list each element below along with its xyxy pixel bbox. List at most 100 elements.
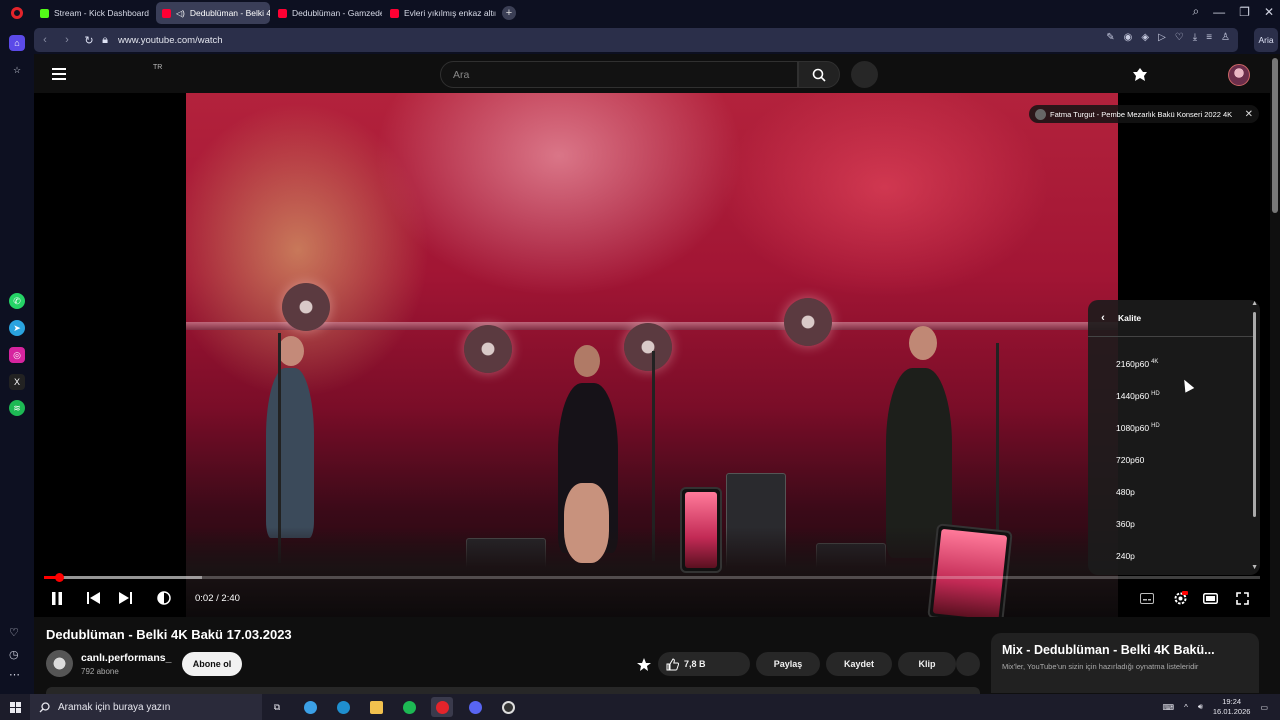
- back-icon[interactable]: ‹: [34, 34, 56, 46]
- scrollbar-thumb[interactable]: [1272, 58, 1278, 213]
- channel-name[interactable]: canlı.performans_: [81, 652, 171, 664]
- search-button[interactable]: [798, 61, 840, 88]
- create-icon[interactable]: [1131, 66, 1149, 84]
- fullscreen-button[interactable]: [1232, 588, 1252, 608]
- page-scrollbar[interactable]: [1270, 54, 1280, 694]
- opera-icon[interactable]: [431, 697, 453, 717]
- close-icon[interactable]: ✕: [1264, 5, 1274, 19]
- history-icon[interactable]: ◷: [9, 648, 19, 661]
- ai-sparkle-icon[interactable]: [636, 657, 652, 673]
- easy-setup-icon[interactable]: ≡: [1206, 32, 1212, 43]
- quality-option[interactable]: 720p60: [1116, 455, 1144, 465]
- opera-menu-icon[interactable]: [0, 0, 34, 26]
- file-explorer-icon[interactable]: [365, 697, 387, 717]
- youtube-page: TR Ara Fatma Turgut - Pembe Mezarlık Bak…: [34, 54, 1280, 694]
- share-button[interactable]: Paylaş: [756, 652, 820, 676]
- obs-icon[interactable]: [497, 697, 519, 717]
- search-input[interactable]: Ara: [440, 61, 798, 88]
- window-controls: ⌕ — ❐ ✕: [1192, 4, 1274, 19]
- chevron-up-icon[interactable]: ^: [1184, 703, 1188, 712]
- save-button[interactable]: Kaydet: [826, 652, 892, 676]
- x-twitter-icon[interactable]: X: [9, 374, 25, 390]
- subscribe-button[interactable]: Abone ol: [182, 652, 242, 676]
- snapshot-edit-icon[interactable]: ✎: [1106, 32, 1114, 43]
- quality-option[interactable]: 240p: [1116, 551, 1135, 561]
- mix-playlist-card[interactable]: Mix - Dedublüman - Belki 4K Bakü... Mix'…: [991, 633, 1259, 693]
- theater-icon: [1202, 592, 1218, 604]
- description-box[interactable]: [46, 687, 980, 694]
- pause-button[interactable]: [48, 588, 66, 608]
- tab-kick-dashboard[interactable]: Stream - Kick Dashboard: [34, 2, 154, 24]
- quality-option[interactable]: 1080p60 HD: [1116, 423, 1160, 433]
- volume-icon[interactable]: 🔊︎: [1198, 702, 1203, 712]
- avatar[interactable]: [1228, 64, 1250, 86]
- like-button[interactable]: 7,8 B: [658, 652, 750, 676]
- quality-option[interactable]: 1440p60 HD: [1116, 391, 1160, 401]
- minimize-icon[interactable]: —: [1213, 5, 1225, 19]
- quality-option[interactable]: 480p: [1116, 487, 1135, 497]
- scroll-up-icon[interactable]: ▲: [1251, 300, 1258, 307]
- clip-button[interactable]: Klip: [898, 652, 956, 676]
- progress-scrubber[interactable]: [55, 573, 65, 582]
- quality-option[interactable]: 2160p60 4K: [1116, 359, 1158, 369]
- heart-icon[interactable]: ♡: [1175, 32, 1184, 43]
- new-tab-button[interactable]: +: [502, 6, 516, 20]
- restore-icon[interactable]: ❐: [1239, 5, 1250, 19]
- tab-youtube-belki[interactable]: ◁) Dedublüman - Belki 4K: [156, 2, 270, 24]
- forward-icon[interactable]: ›: [56, 34, 78, 46]
- more-icon[interactable]: ⋯: [9, 668, 20, 681]
- spotify-icon[interactable]: [398, 697, 420, 717]
- star-icon[interactable]: ☆: [9, 62, 25, 78]
- task-view-icon[interactable]: ⧉: [266, 697, 288, 717]
- vpn-icon[interactable]: ◈: [1141, 32, 1149, 43]
- instagram-icon[interactable]: ◎: [9, 347, 25, 363]
- speaker-icon[interactable]: ◁): [176, 9, 185, 18]
- theater-mode-button[interactable]: [1200, 588, 1220, 608]
- video-player[interactable]: Fatma Turgut - Pembe Mezarlık Bakü Konse…: [34, 93, 1270, 617]
- home-icon[interactable]: ⌂: [9, 35, 25, 51]
- previous-button[interactable]: [84, 588, 102, 608]
- quality-scrollbar[interactable]: [1253, 312, 1256, 517]
- windows-start-icon[interactable]: [0, 694, 30, 720]
- camera-icon[interactable]: ◉: [1124, 32, 1133, 43]
- aria-button[interactable]: Aria: [1254, 28, 1278, 52]
- clock[interactable]: 19:24 16.01.2026: [1213, 697, 1251, 717]
- video-end-card[interactable]: Fatma Turgut - Pembe Mezarlık Bakü Konse…: [1029, 105, 1259, 123]
- telegram-icon[interactable]: ➤: [9, 320, 25, 336]
- close-icon[interactable]: ✕: [1245, 109, 1253, 120]
- next-button[interactable]: [116, 588, 134, 608]
- voice-search-button[interactable]: [851, 61, 878, 88]
- profile-icon[interactable]: ♙: [1221, 32, 1230, 43]
- snipping-tool-icon[interactable]: [299, 697, 321, 717]
- scroll-down-icon[interactable]: ▼: [1251, 564, 1258, 571]
- channel-avatar[interactable]: [46, 650, 73, 677]
- heart-icon[interactable]: ♡: [9, 626, 19, 639]
- chevron-left-icon[interactable]: ‹: [1088, 312, 1118, 324]
- address-actions: ✎ ◉ ◈ ▷ ♡ ⤓ ≡ ♙: [1106, 32, 1230, 43]
- channel-avatar: [1035, 108, 1046, 120]
- whatsapp-icon[interactable]: ✆: [9, 293, 25, 309]
- settings-button[interactable]: [1170, 588, 1190, 608]
- keyboard-icon[interactable]: ⌨: [1163, 703, 1175, 712]
- volume-button[interactable]: [154, 588, 174, 608]
- discord-icon[interactable]: [464, 697, 486, 717]
- taskbar-search[interactable]: Aramak için buraya yazın: [30, 694, 262, 720]
- tab-youtube-gamzedeyim[interactable]: Dedublüman - Gamzedey: [272, 2, 382, 24]
- quality-menu-header[interactable]: ‹ Kalite: [1088, 300, 1254, 337]
- quality-option[interactable]: 360p: [1116, 519, 1135, 529]
- hamburger-menu-icon[interactable]: [52, 68, 66, 80]
- progress-bar[interactable]: [44, 573, 1260, 582]
- search-tabs-icon[interactable]: ⌕: [1192, 4, 1199, 19]
- notifications-icon[interactable]: ▭: [1260, 703, 1268, 712]
- reload-icon[interactable]: ↻: [78, 34, 100, 47]
- subtitles-button[interactable]: [1138, 588, 1156, 608]
- edge-icon[interactable]: [332, 697, 354, 717]
- tab-youtube-evleri[interactable]: Evleri yıkılmış enkaz altında: [384, 2, 496, 24]
- url-text[interactable]: www.youtube.com/watch: [118, 35, 223, 46]
- play-icon[interactable]: ▷: [1158, 32, 1166, 43]
- spotify-icon[interactable]: ≋: [9, 400, 25, 416]
- address-bar[interactable]: ‹ › ↻ 🔒︎ www.youtube.com/watch ✎ ◉ ◈ ▷ ♡…: [34, 28, 1238, 52]
- taskbar-search-placeholder: Aramak için buraya yazın: [58, 701, 171, 713]
- more-actions-button[interactable]: [956, 652, 980, 676]
- download-icon[interactable]: ⤓: [1193, 32, 1197, 43]
